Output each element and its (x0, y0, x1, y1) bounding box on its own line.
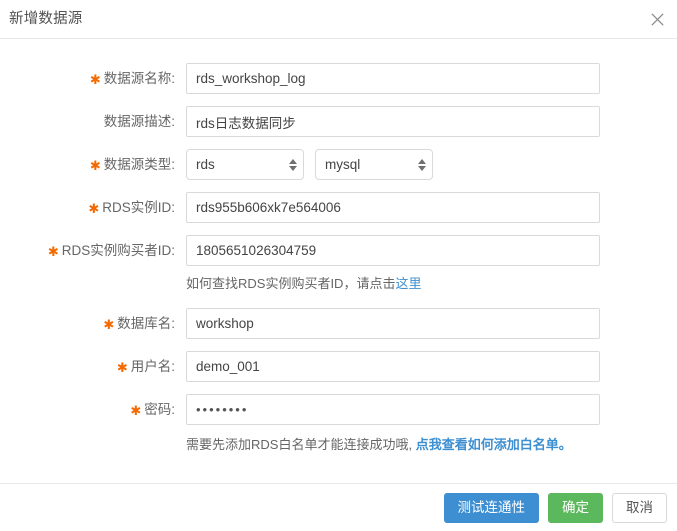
datasource-subtype-select[interactable]: mysql (315, 149, 433, 180)
control-datasource-description (186, 106, 600, 137)
required-asterisk: ✱ (116, 360, 128, 375)
dialog-footer: 测试连通性 确定 取消 (0, 483, 677, 531)
field-row-database-name: ✱ 数据库名: (0, 308, 677, 339)
field-row-rds-instance-id: ✱ RDS实例ID: (0, 192, 677, 223)
label-datasource-description: 数据源描述: (103, 114, 175, 129)
hint-row-whitelist: 需要先添加RDS白名单才能连接成功哦, 点我查看如何添加白名单。 (0, 435, 677, 455)
close-icon[interactable] (645, 7, 669, 31)
hint-whitelist-text: 需要先添加RDS白名单才能连接成功哦, 点我查看如何添加白名单。 (186, 437, 572, 452)
label-username: ✱ 用户名: (116, 359, 175, 375)
required-asterisk: ✱ (88, 201, 100, 216)
spinner-arrows-icon (417, 158, 426, 172)
hint-purchaser-text: 如何查找RDS实例购买者ID，请点击这里 (186, 276, 422, 291)
database-name-input[interactable] (186, 308, 600, 339)
required-asterisk: ✱ (103, 317, 115, 332)
datasource-subtype-value: mysql (325, 157, 361, 172)
label-datasource-type: ✱ 数据源类型: (89, 157, 175, 173)
rds-purchaser-id-input[interactable] (186, 235, 600, 266)
control-password (186, 394, 600, 425)
field-row-password: ✱ 密码: (0, 394, 677, 425)
confirm-button[interactable]: 确定 (548, 492, 603, 523)
datasource-description-input[interactable] (186, 106, 600, 137)
cancel-button[interactable]: 取消 (612, 492, 667, 523)
control-database-name (186, 308, 600, 339)
field-row-datasource-description: 数据源描述: (0, 106, 677, 137)
datasource-type-value: rds (196, 157, 215, 172)
test-connectivity-button[interactable]: 测试连通性 (443, 492, 539, 523)
label-database-name: ✱ 数据库名: (103, 316, 175, 332)
hint-whitelist-link[interactable]: 点我查看如何添加白名单。 (416, 437, 572, 452)
label-password: ✱ 密码: (130, 402, 175, 418)
field-row-rds-purchaser-id: ✱ RDS实例购买者ID: (0, 235, 677, 266)
control-rds-purchaser-id (186, 235, 600, 266)
required-asterisk: ✱ (89, 158, 101, 173)
field-row-username: ✱ 用户名: (0, 351, 677, 382)
required-asterisk: ✱ (89, 72, 101, 87)
hint-row-purchaser: 如何查找RDS实例购买者ID，请点击这里 (0, 274, 677, 294)
field-row-datasource-name: ✱ 数据源名称: (0, 63, 677, 94)
control-datasource-type: rds mysql (186, 149, 433, 180)
username-input[interactable] (186, 351, 600, 382)
rds-instance-id-input[interactable] (186, 192, 600, 223)
label-rds-instance-id: ✱ RDS实例ID: (88, 200, 175, 216)
add-datasource-dialog: 新增数据源 ✱数据源名称: 数据源描述: (0, 0, 677, 531)
label-datasource-name: ✱ 数据源名称: (89, 71, 175, 87)
datasource-type-select[interactable]: rds (186, 149, 304, 180)
password-input[interactable] (186, 394, 600, 425)
dialog-body: ✱数据源名称: 数据源描述: ✱数据源类型: rds (0, 39, 677, 483)
hint-purchaser-link[interactable]: 这里 (395, 276, 421, 291)
field-row-datasource-type: ✱ 数据源类型: rds mysql (0, 149, 677, 180)
dialog-title: 新增数据源 (9, 10, 83, 27)
spinner-arrows-icon (288, 158, 297, 172)
datasource-name-input[interactable] (186, 63, 600, 94)
control-username (186, 351, 600, 382)
required-asterisk: ✱ (130, 403, 142, 418)
dialog-header: 新增数据源 (0, 0, 677, 39)
required-asterisk: ✱ (47, 244, 59, 259)
control-datasource-name (186, 63, 600, 94)
control-rds-instance-id (186, 192, 600, 223)
label-rds-purchaser-id: ✱ RDS实例购买者ID: (47, 243, 175, 259)
